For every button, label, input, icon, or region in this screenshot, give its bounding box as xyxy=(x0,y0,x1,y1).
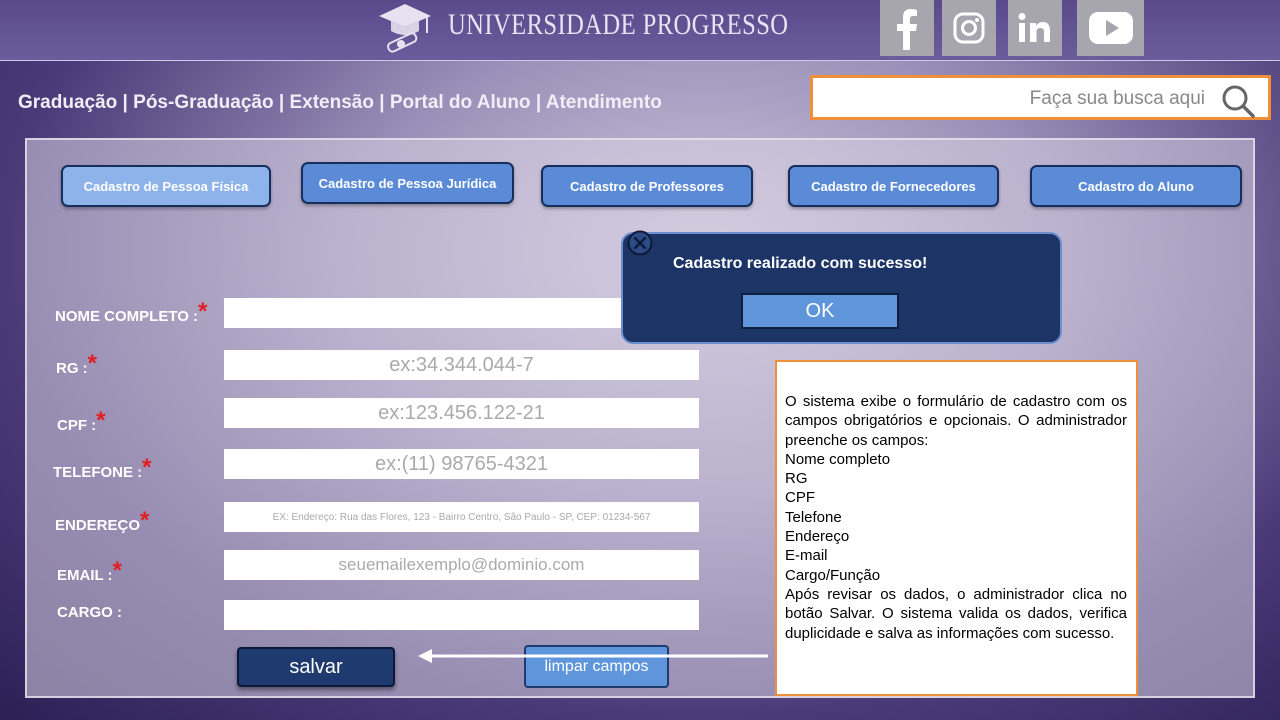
note-field-item: Endereço xyxy=(785,528,850,546)
nome-label: NOME COMPLETO :* xyxy=(55,298,208,325)
rg-label: RG :* xyxy=(56,350,98,377)
note-intro: O sistema exibe o formulário de cadastro… xyxy=(785,393,1127,449)
tab-pessoa-juridica[interactable]: Cadastro de Pessoa Jurídica xyxy=(301,162,514,204)
nav-item-atendimento[interactable]: Atendimento xyxy=(546,92,662,113)
instagram-icon xyxy=(953,12,985,44)
nav-separator: | xyxy=(373,92,390,113)
instagram-link[interactable] xyxy=(942,0,996,56)
email-input[interactable] xyxy=(224,550,699,580)
nav-separator: | xyxy=(117,92,134,113)
required-mark: * xyxy=(87,350,98,377)
required-mark: * xyxy=(112,557,122,584)
search-box xyxy=(810,75,1271,120)
note-field-item: Telefone xyxy=(785,508,842,526)
rg-input[interactable] xyxy=(224,350,699,380)
email-label: EMAIL :* xyxy=(57,557,122,584)
university-name: UNIVERSIDADE PROGRESSO xyxy=(448,8,789,41)
facebook-icon xyxy=(897,9,917,50)
required-mark: * xyxy=(96,407,106,434)
note-field-item: Nome completo xyxy=(785,450,891,468)
linkedin-link[interactable] xyxy=(1008,0,1062,56)
facebook-link[interactable] xyxy=(880,0,934,56)
required-mark: * xyxy=(198,298,208,325)
note-field-item: CPF xyxy=(785,489,815,507)
endereco-label: ENDEREÇO* xyxy=(55,507,150,534)
linkedin-icon xyxy=(1018,13,1050,42)
cpf-label: CPF :* xyxy=(57,407,106,434)
youtube-link[interactable] xyxy=(1077,0,1144,56)
note-field-item: Cargo/Função xyxy=(785,566,881,584)
dialog-message: Cadastro realizado com sucesso! xyxy=(673,255,928,272)
tab-cadastro-aluno[interactable]: Cadastro do Aluno xyxy=(1030,165,1242,207)
description-note: O sistema exibe o formulário de cadastro… xyxy=(775,360,1138,696)
nome-completo-input[interactable] xyxy=(224,298,624,328)
graduation-cap-logo-icon xyxy=(379,4,431,53)
search-icon[interactable] xyxy=(1221,84,1255,118)
telefone-input[interactable] xyxy=(224,449,699,479)
top-bar: UNIVERSIDADE PROGRESSO xyxy=(0,0,1280,61)
tab-pessoa-fisica[interactable]: Cadastro de Pessoa Física xyxy=(61,165,271,207)
main-nav: Graduação | Pós-Graduação | Extensão | P… xyxy=(18,92,662,114)
nav-item-pos-graduacao[interactable]: Pós-Graduação xyxy=(133,92,273,113)
telefone-label: TELEFONE :* xyxy=(53,454,152,481)
nav-item-extensao[interactable]: Extensão xyxy=(289,92,373,113)
cargo-input[interactable] xyxy=(224,600,699,630)
save-button[interactable]: salvar xyxy=(237,647,395,687)
tab-professores[interactable]: Cadastro de Professores xyxy=(541,165,753,207)
youtube-icon xyxy=(1088,12,1133,44)
cpf-input[interactable] xyxy=(224,398,699,428)
endereco-input[interactable] xyxy=(224,502,699,532)
note-outro: Após revisar os dados, o administrador c… xyxy=(785,585,1127,642)
ok-button[interactable]: OK xyxy=(741,293,899,329)
required-mark: * xyxy=(142,454,152,481)
note-field-item: E-mail xyxy=(785,547,828,565)
tab-fornecedores[interactable]: Cadastro de Fornecedores xyxy=(788,165,999,207)
cargo-label: CARGO : xyxy=(57,604,122,621)
required-mark: * xyxy=(140,507,150,534)
note-field-item: RG xyxy=(785,470,808,488)
nav-separator: | xyxy=(273,92,290,113)
nav-item-graduacao[interactable]: Graduação xyxy=(18,92,117,113)
success-dialog: Cadastro realizado com sucesso! OK xyxy=(621,230,1062,344)
pointer-arrow xyxy=(418,649,768,663)
nav-item-portal-do-aluno[interactable]: Portal do Aluno xyxy=(390,92,531,113)
close-icon[interactable] xyxy=(627,230,653,256)
nav-separator: | xyxy=(530,92,546,113)
search-input[interactable] xyxy=(833,84,1207,114)
